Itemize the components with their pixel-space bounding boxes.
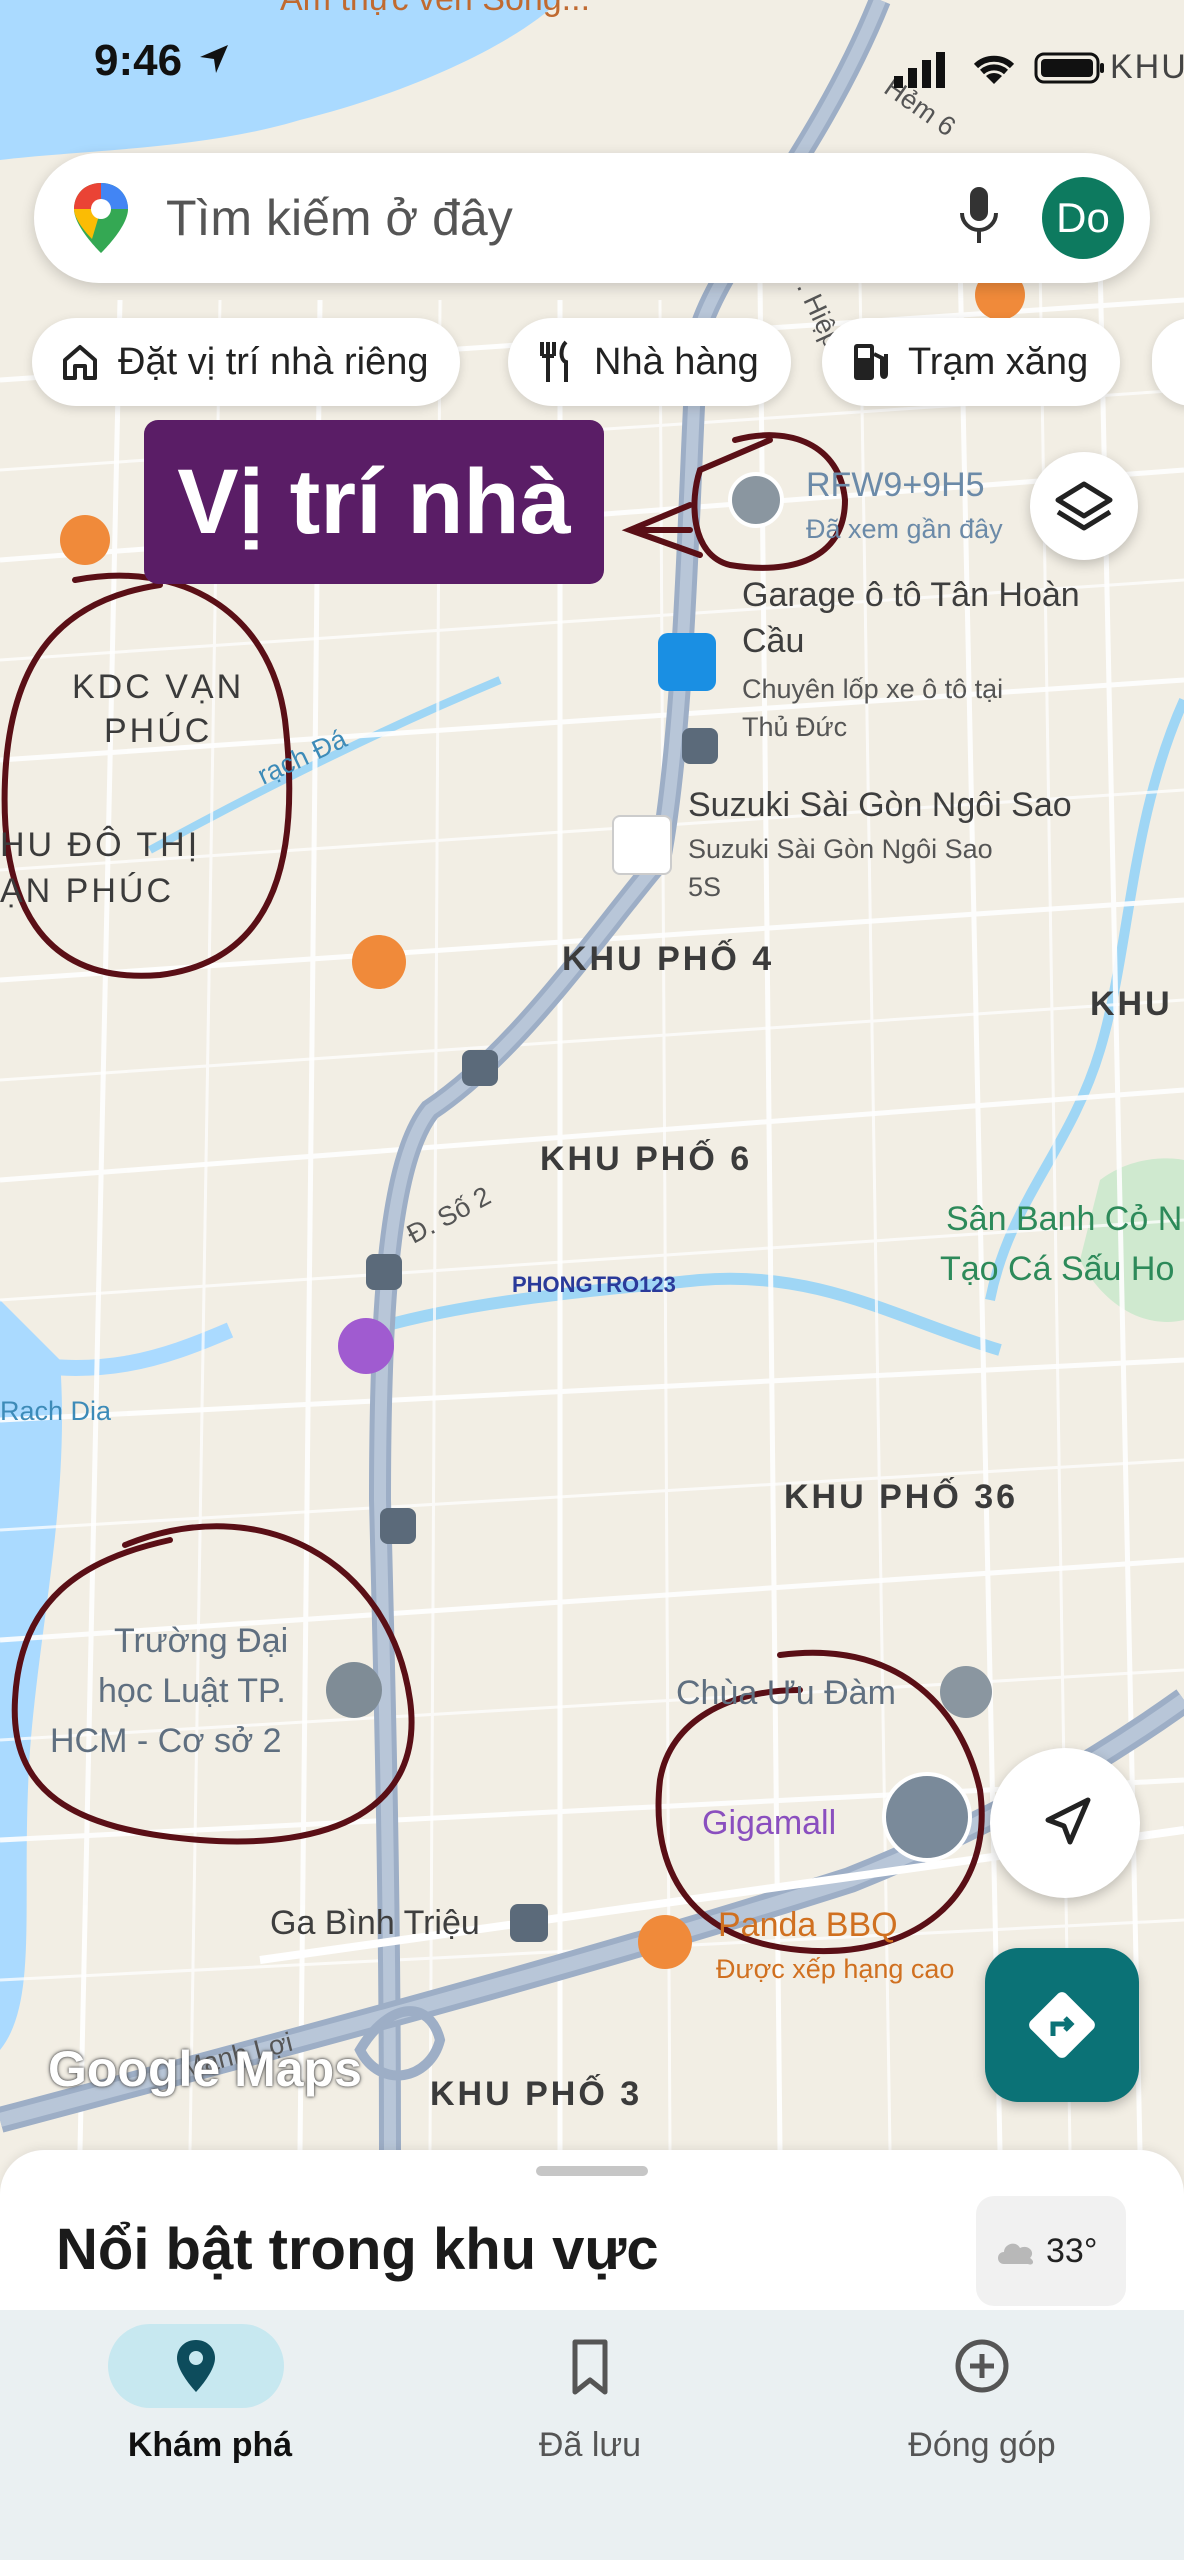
explore-pin-icon: [177, 2340, 215, 2392]
search-bar[interactable]: Tìm kiếm ở đây Do: [34, 153, 1150, 283]
restaurant-icon: [540, 340, 568, 382]
wifi-icon: [973, 55, 1015, 84]
restaurant-pin-icon[interactable]: [352, 935, 406, 989]
weather-badge[interactable]: 33°: [976, 2196, 1126, 2306]
my-location-button[interactable]: [990, 1748, 1140, 1898]
nav-label: Khám phá: [127, 2426, 293, 2464]
status-bar: 9:46 KHU: [0, 0, 1184, 130]
microphone-icon[interactable]: [954, 183, 1004, 253]
district-label: KDC VẠN: [72, 668, 245, 706]
bus-stop-icon: [462, 1050, 498, 1086]
district-label: HU ĐÔ THỊ: [0, 826, 201, 864]
district-label: KHU PHỐ 36: [784, 1478, 1019, 1516]
recently-viewed-label: Đã xem gần đây: [806, 514, 1003, 544]
gas-station-icon: [854, 344, 888, 380]
canal-label: Rach Dia: [0, 1396, 112, 1426]
sheet-handle[interactable]: [536, 2166, 648, 2176]
temperature: 33°: [1046, 2232, 1098, 2270]
chip-label: Trạm xăng: [908, 340, 1089, 383]
garage-label[interactable]: Garage ô tô Tân Hoàn: [742, 576, 1080, 615]
bus-stop-icon: [380, 1508, 416, 1544]
monument-pin-icon[interactable]: [338, 1318, 394, 1374]
directions-icon: [1029, 1992, 1095, 2058]
chip-gas-station[interactable]: Trạm xăng: [822, 318, 1121, 406]
battery-icon: [1034, 52, 1104, 84]
watermark-label: PHONGTRO123: [512, 1272, 676, 1297]
google-maps-logo: Google Maps: [48, 2041, 362, 2097]
bottom-sheet[interactable]: Nổi bật trong khu vực 33°: [0, 2150, 1184, 2310]
cafe-pin-icon[interactable]: [60, 515, 110, 565]
chip-restaurants[interactable]: Nhà hàng: [508, 318, 791, 406]
bookmark-icon: [572, 2339, 608, 2395]
garage-label-2[interactable]: Cầu: [742, 622, 804, 661]
plus-code-label[interactable]: RFW9+9H5: [806, 466, 985, 505]
location-pin-icon[interactable]: [728, 472, 784, 528]
avatar[interactable]: Do: [1042, 177, 1124, 259]
directions-button[interactable]: [985, 1948, 1139, 2102]
bus-stop-icon: [510, 1904, 548, 1942]
suzuki-sub-2: 5S: [688, 872, 722, 902]
nav-explore[interactable]: Khám phá: [60, 2310, 360, 2510]
chip-label: Nhà hàng: [594, 340, 759, 383]
status-time: 9:46: [94, 36, 234, 86]
park-label-2[interactable]: Tạo Cá Sấu Ho: [940, 1250, 1174, 1289]
district-label: PHÚC: [104, 712, 213, 750]
district-label: KHU PHỐ 3: [430, 2075, 643, 2113]
suzuki-sub: Suzuki Sài Gòn Ngôi Sao: [688, 834, 993, 864]
gigamall-label[interactable]: Gigamall: [702, 1804, 836, 1843]
bus-stop-icon: [682, 728, 718, 764]
temple-label[interactable]: Chùa Ưu Đàm: [676, 1674, 896, 1713]
district-label: KHU: [1090, 985, 1173, 1023]
annotation-banner: Vị trí nhà: [144, 420, 604, 584]
panda-sub: Được xếp hạng cao: [716, 1954, 955, 1984]
home-icon: [63, 345, 97, 380]
sheet-title: Nổi bật trong khu vực: [56, 2217, 659, 2282]
location-services-icon: [200, 45, 229, 73]
layers-button[interactable]: [1030, 452, 1138, 560]
chip-label: Đặt vị trí nhà riêng: [118, 340, 429, 383]
nav-label: Đóng góp: [908, 2426, 1056, 2464]
university-label-3[interactable]: HCM - Cơ sở 2: [50, 1722, 282, 1761]
layers-icon: [1055, 481, 1113, 531]
add-circle-icon: [955, 2339, 1009, 2393]
university-label[interactable]: Trường Đại: [114, 1622, 288, 1661]
google-maps-pin-icon: [74, 183, 128, 253]
status-edge-label: KHU: [1110, 48, 1184, 86]
navigation-arrow-icon: [1045, 1797, 1091, 1845]
bottom-navigation: Khám phá Đã lưu Đóng góp: [0, 2310, 1184, 2560]
search-input[interactable]: Tìm kiếm ở đây: [166, 189, 513, 247]
signal-icon: [894, 52, 945, 88]
panda-label[interactable]: Panda BBQ: [718, 1906, 898, 1945]
district-label: ẠN PHÚC: [0, 872, 175, 910]
nav-contribute[interactable]: Đóng góp: [832, 2310, 1132, 2510]
cloud-icon: [998, 2243, 1034, 2265]
temple-pin-icon[interactable]: [940, 1666, 992, 1718]
bus-stop-icon: [366, 1254, 402, 1290]
gigamall-photo-icon[interactable]: [882, 1772, 972, 1862]
suzuki-label[interactable]: Suzuki Sài Gòn Ngôi Sao: [688, 786, 1072, 825]
nav-label: Đã lưu: [538, 2426, 642, 2464]
restaurant-pin-icon[interactable]: [638, 1915, 692, 1969]
university-label-2[interactable]: học Luật TP.: [98, 1672, 286, 1711]
shopping-pin-icon[interactable]: [658, 633, 716, 691]
garage-sub-2: Thủ Đức: [742, 712, 848, 742]
university-pin-icon[interactable]: [326, 1662, 382, 1718]
park-label[interactable]: Sân Banh Cỏ N: [946, 1200, 1182, 1239]
district-label: KHU PHỐ 6: [540, 1140, 753, 1178]
station-label[interactable]: Ga Bình Triệu: [270, 1904, 480, 1943]
nav-saved[interactable]: Đã lưu: [440, 2310, 740, 2510]
district-label: KHU PHỐ 4: [562, 940, 775, 978]
suzuki-logo-icon[interactable]: [612, 815, 672, 875]
garage-sub: Chuyên lốp xe ô tô tại: [742, 674, 1004, 704]
chip-home[interactable]: Đặt vị trí nhà riêng: [32, 318, 461, 406]
